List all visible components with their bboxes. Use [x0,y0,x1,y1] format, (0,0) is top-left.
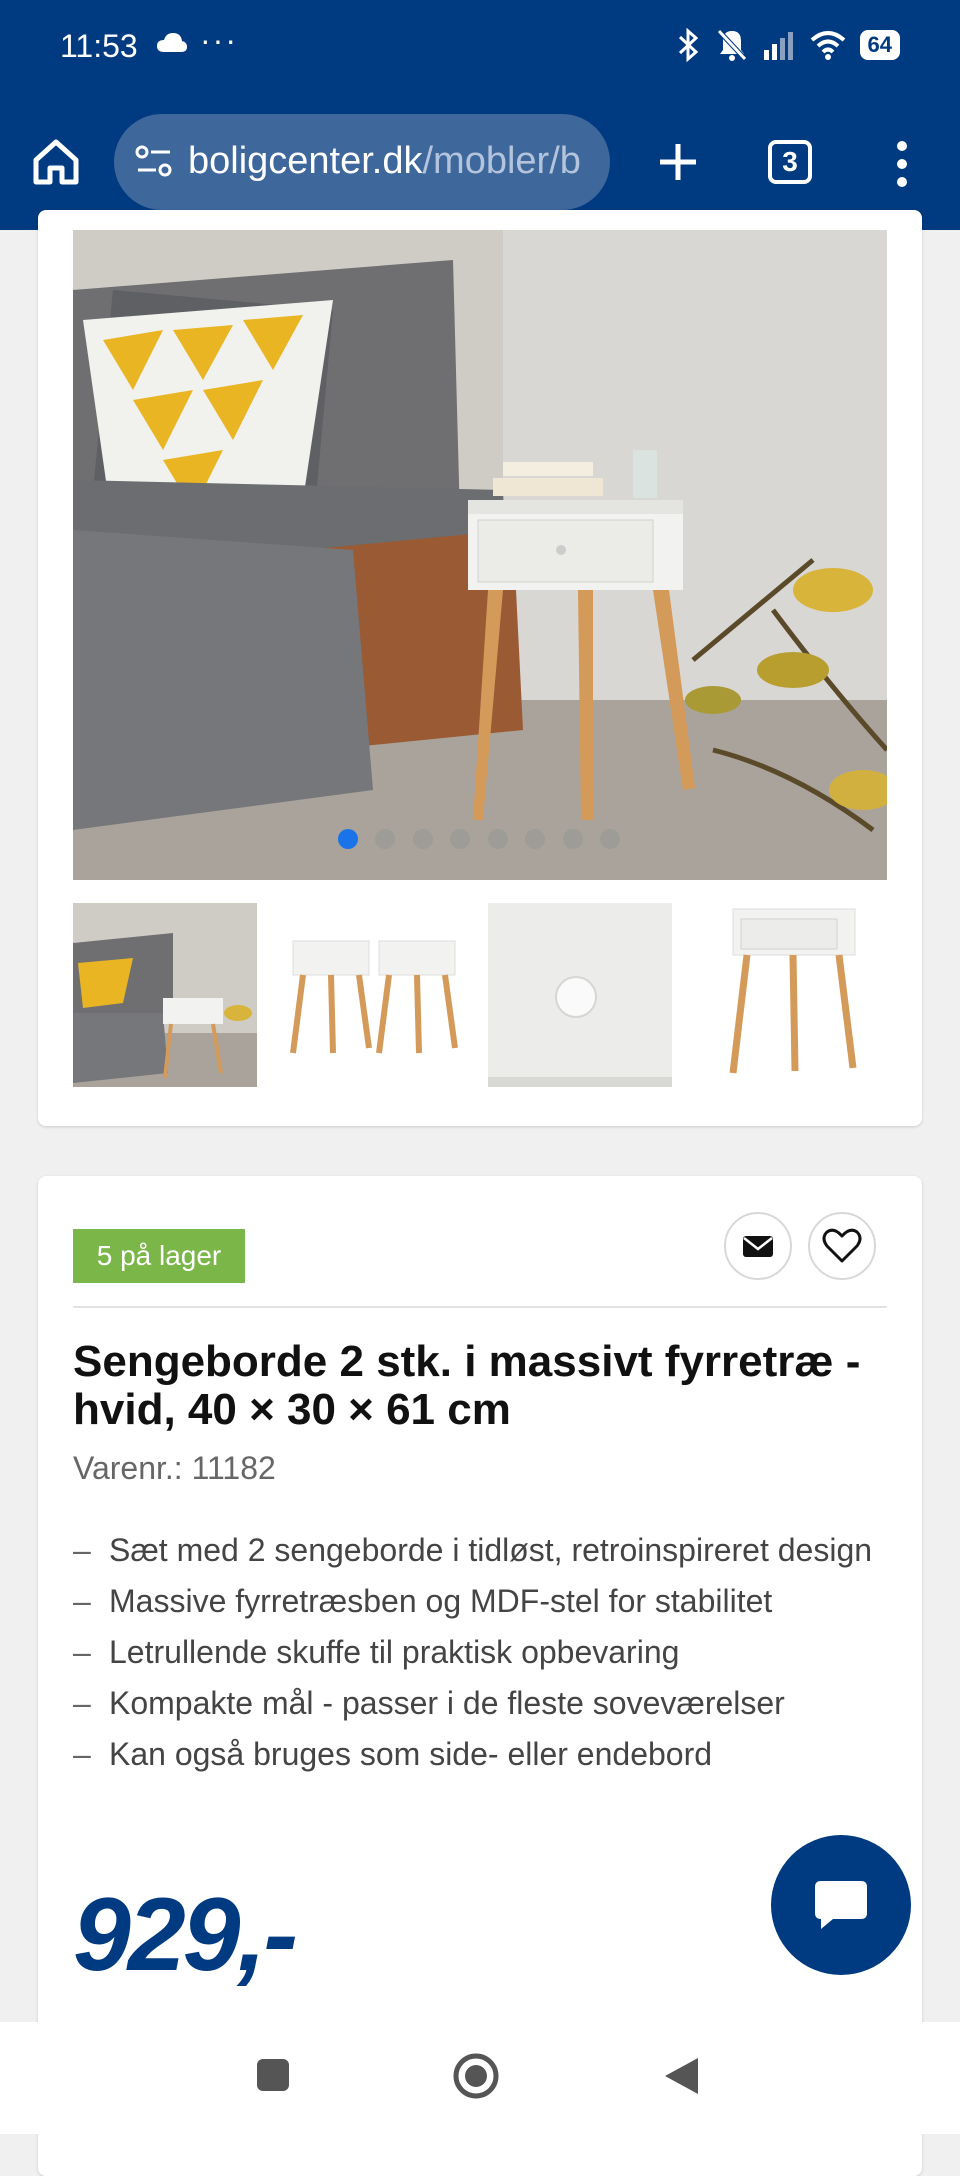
status-bar: 11:53 ··· 64 [0,0,960,96]
divider [73,1306,887,1308]
more-notifications-icon: ··· [200,22,238,58]
signal-icon [763,32,793,60]
feature-item: Kan også bruges som side- eller endebord [73,1734,873,1774]
chat-bubble-icon [815,1881,867,1929]
thumbnail-4[interactable] [703,903,887,1087]
bluetooth-icon [678,28,698,62]
url-text: boligcenter.dk/mobler/b [188,140,598,183]
feature-list: Sæt med 2 sengeborde i tidløst, retroins… [73,1530,873,1785]
new-tab-icon[interactable] [650,134,706,190]
thumbnail-strip [73,903,887,1087]
heart-icon [822,1228,862,1263]
back-icon[interactable] [662,2056,700,2096]
home-icon[interactable] [30,136,82,188]
gallery-dot-3[interactable] [413,829,433,849]
mute-icon [716,29,747,61]
site-settings-icon[interactable] [134,142,174,182]
battery-icon: 64 [859,30,900,60]
url-host: boligcenter.dk [188,140,423,182]
product-main-image[interactable] [73,230,887,880]
home-nav-icon[interactable] [452,2052,500,2100]
thumbnail-2[interactable] [283,903,467,1087]
system-nav-bar [0,2022,960,2134]
gallery-dot-2[interactable] [375,829,395,849]
gallery-dot-4[interactable] [450,829,470,849]
address-bar[interactable]: boligcenter.dk/mobler/b [114,114,610,210]
chat-button[interactable] [771,1835,911,1975]
wifi-icon [810,31,845,60]
envelope-icon [743,1236,773,1257]
gallery-dot-6[interactable] [525,829,545,849]
gallery-dot-7[interactable] [563,829,583,849]
stock-badge: 5 på lager [73,1229,245,1283]
product-sku: Varenr.: 11182 [73,1450,276,1486]
cloud-icon [157,33,187,52]
gallery-dot-1[interactable] [338,829,358,849]
feature-item: Letrullende skuffe til praktisk opbevari… [73,1632,873,1672]
product-price: 929,- [73,1877,298,1993]
gallery-dot-5[interactable] [488,829,508,849]
product-title: Sengeborde 2 stk. i massivt fyrretræ - h… [73,1337,861,1434]
status-icons: 64 [674,28,900,62]
tab-switcher-button[interactable]: 3 [768,140,812,184]
feature-item: Sæt med 2 sengeborde i tidløst, retroins… [73,1530,873,1570]
more-menu-icon[interactable] [890,138,914,190]
feature-item: Massive fyrretræsben og MDF-stel for sta… [73,1581,873,1621]
feature-item: Kompakte mål - passer i de fleste sovevæ… [73,1683,873,1723]
url-path: /mobler/b [422,140,581,182]
thumbnail-3[interactable] [488,903,672,1087]
status-time: 11:53 [60,28,138,64]
recents-icon[interactable] [256,2058,290,2092]
thumbnail-1[interactable] [73,903,257,1087]
favorite-button[interactable] [808,1212,876,1280]
email-share-button[interactable] [724,1212,792,1280]
gallery-dot-8[interactable] [600,829,620,849]
